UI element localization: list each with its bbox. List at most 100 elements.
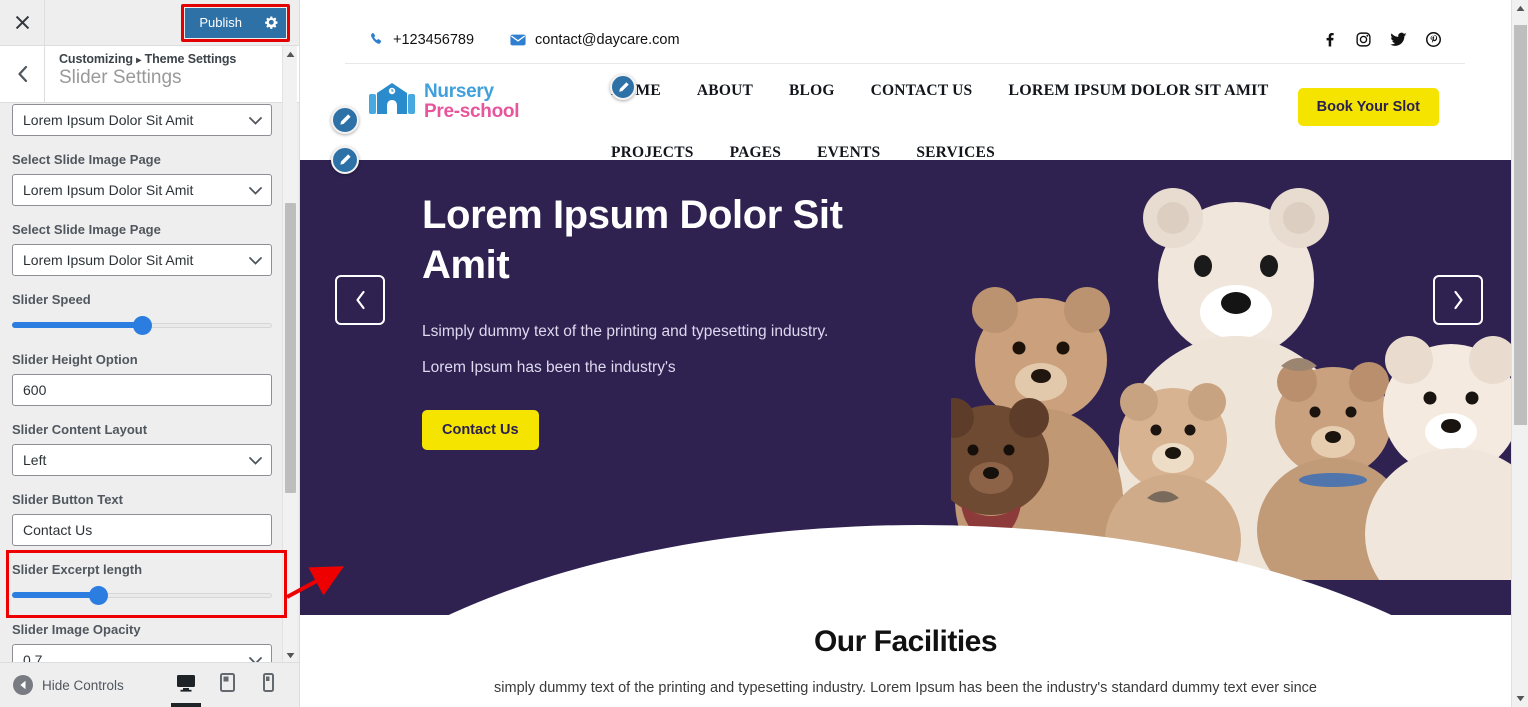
customizer-sidebar: Publish Customizing ▸ Theme Settings Sli…: [0, 0, 300, 707]
select-slide-image-page-2-label: Select Slide Image Page: [12, 222, 161, 237]
book-your-slot-button[interactable]: Book Your Slot: [1297, 88, 1439, 126]
desktop-icon: [176, 674, 196, 697]
site-preview: +123456789 contact@daycare.com Nursery P…: [300, 0, 1528, 707]
chevron-left-icon: [355, 290, 365, 310]
slider-excerpt-length-range-thumb[interactable]: [89, 586, 107, 604]
back-button[interactable]: [0, 46, 45, 102]
customizer-topbar: Publish: [0, 0, 299, 46]
select-slide-image-page-0-value: Lorem Ipsum Dolor Sit Amit: [23, 112, 194, 128]
hero-contact-us-button[interactable]: Contact Us: [422, 410, 539, 450]
publish-button[interactable]: Publish: [185, 7, 256, 38]
chevron-down-icon: [249, 112, 262, 128]
logo-line-1: Nursery: [424, 81, 494, 102]
slider-excerpt-length-range-fill: [12, 592, 98, 598]
facilities-subtitle: simply dummy text of the printing and ty…: [494, 680, 1317, 696]
slider-content-layout-select-value: Left: [23, 452, 47, 468]
slider-excerpt-length-range[interactable]: [12, 584, 272, 606]
slider-speed-range-thumb[interactable]: [134, 316, 151, 334]
slider-button-text-input-control: Slider Button Text Contact Us: [12, 492, 288, 546]
gear-icon[interactable]: [256, 7, 286, 38]
hide-controls-button[interactable]: Hide Controls: [0, 675, 124, 695]
mobile-icon: [262, 673, 274, 697]
email-contact[interactable]: contact@daycare.com: [510, 31, 680, 48]
hero-slider: Lorem Ipsum Dolor Sit Amit Lsimply dummy…: [300, 160, 1511, 615]
controls-list: Lorem Ipsum Dolor Sit Amit Select Slide I…: [0, 104, 299, 663]
site-header-card: +123456789 contact@daycare.com Nursery P…: [345, 16, 1465, 176]
publish-highlight-box: Publish: [181, 3, 290, 42]
slider-height-option-input-label: Slider Height Option: [12, 352, 138, 367]
phone-number: +123456789: [393, 31, 475, 48]
slider-prev-button[interactable]: [335, 275, 385, 325]
sidebar-scrollbar-thumb[interactable]: [285, 203, 296, 493]
slider-image-opacity-select[interactable]: 0.7: [12, 644, 272, 663]
hero-title: Lorem Ipsum Dolor Sit Amit: [422, 193, 843, 287]
edit-shortcut-pin-tagline[interactable]: [331, 146, 359, 174]
slider-height-option-input[interactable]: 600: [12, 374, 272, 406]
chevron-right-icon: [1453, 290, 1463, 310]
page-title: Slider Settings: [59, 67, 182, 88]
hero-excerpt-line-2: Lorem Ipsum has been the industry's: [422, 359, 676, 376]
pencil-icon: [340, 114, 351, 125]
menu-item-about[interactable]: ABOUT: [697, 82, 753, 100]
preview-scroll-down-arrow-icon[interactable]: [1512, 690, 1528, 707]
breadcrumb-parent[interactable]: Theme Settings: [145, 52, 237, 66]
slider-speed-range-control: Slider Speed: [12, 292, 288, 336]
chevron-down-icon: [249, 252, 262, 268]
menu-item-contact-us[interactable]: CONTACT US: [871, 82, 973, 100]
select-slide-image-page-2-control: Select Slide Image Page Lorem Ipsum Dolor…: [12, 222, 288, 276]
phone-contact[interactable]: +123456789: [369, 32, 474, 48]
scroll-down-arrow-icon[interactable]: [283, 647, 298, 663]
site-topbar: +123456789 contact@daycare.com: [345, 16, 1465, 64]
close-customizer-button[interactable]: [0, 0, 45, 45]
preview-scrollbar-thumb[interactable]: [1514, 25, 1527, 425]
facilities-title: Our Facilities: [813, 625, 998, 658]
breadcrumb-root[interactable]: Customizing: [59, 52, 133, 66]
breadcrumb-separator-icon: ▸: [136, 55, 142, 66]
phone-icon: [369, 32, 384, 47]
slider-speed-range-label: Slider Speed: [12, 292, 91, 307]
email-address: contact@daycare.com: [535, 31, 680, 48]
menu-item-blog[interactable]: BLOG: [789, 82, 835, 100]
pinterest-icon[interactable]: [1426, 32, 1441, 47]
slider-height-option-input-control: Slider Height Option 600: [12, 352, 288, 406]
select-slide-image-page-0[interactable]: Lorem Ipsum Dolor Sit Amit: [12, 104, 272, 136]
desktop-preview-button[interactable]: [168, 663, 204, 707]
select-slide-image-page-1[interactable]: Lorem Ipsum Dolor Sit Amit: [12, 174, 272, 206]
menu-item-lorem-ipsum-dolor-sit-amit[interactable]: LOREM IPSUM DOLOR SIT AMIT: [1008, 82, 1268, 100]
tablet-preview-button[interactable]: [209, 663, 245, 707]
slider-excerpt-length-range-control: Slider Excerpt length: [12, 562, 288, 606]
scroll-up-arrow-icon[interactable]: [283, 46, 298, 62]
select-slide-image-page-1-control: Select Slide Image Page Lorem Ipsum Dolor…: [12, 152, 288, 206]
slider-image-opacity-select-label: Slider Image Opacity: [12, 622, 141, 637]
edit-shortcut-pin-menu[interactable]: [610, 74, 636, 100]
mobile-preview-button[interactable]: [250, 663, 286, 707]
facebook-icon[interactable]: [1322, 32, 1337, 47]
select-slide-image-page-1-value: Lorem Ipsum Dolor Sit Amit: [23, 182, 194, 198]
social-links: [1322, 32, 1441, 47]
slider-content-layout-select-control: Slider Content Layout Left: [12, 422, 288, 476]
slider-content-layout-select-label: Slider Content Layout: [12, 422, 148, 437]
slider-button-text-input-label: Slider Button Text: [12, 492, 123, 507]
school-building-icon: [369, 82, 415, 121]
slider-button-text-input[interactable]: Contact Us: [12, 514, 272, 546]
instagram-icon[interactable]: [1356, 32, 1371, 47]
preview-scroll-up-arrow-icon[interactable]: [1512, 0, 1528, 17]
slider-next-button[interactable]: [1433, 275, 1483, 325]
slider-content-layout-select[interactable]: Left: [12, 444, 272, 476]
twitter-icon[interactable]: [1390, 32, 1407, 47]
hide-controls-label: Hide Controls: [42, 677, 124, 693]
logo-line-2: Pre-school: [424, 100, 520, 122]
slider-excerpt-length-range-label: Slider Excerpt length: [12, 562, 143, 577]
select-slide-image-page-2[interactable]: Lorem Ipsum Dolor Sit Amit: [12, 244, 272, 276]
collapse-arrow-icon: [13, 675, 33, 695]
pencil-icon: [340, 154, 351, 165]
preview-scrollbar[interactable]: [1511, 0, 1528, 707]
slider-speed-range[interactable]: [12, 314, 272, 336]
sidebar-scrollbar[interactable]: [282, 46, 297, 663]
edit-shortcut-pin-logo[interactable]: [331, 106, 359, 134]
breadcrumb: Customizing ▸ Theme Settings: [59, 52, 236, 66]
chevron-down-icon: [249, 452, 262, 468]
slider-speed-range-fill: [12, 322, 142, 328]
site-logo[interactable]: Nursery Pre-school: [369, 76, 599, 122]
chevron-down-icon: [249, 182, 262, 198]
